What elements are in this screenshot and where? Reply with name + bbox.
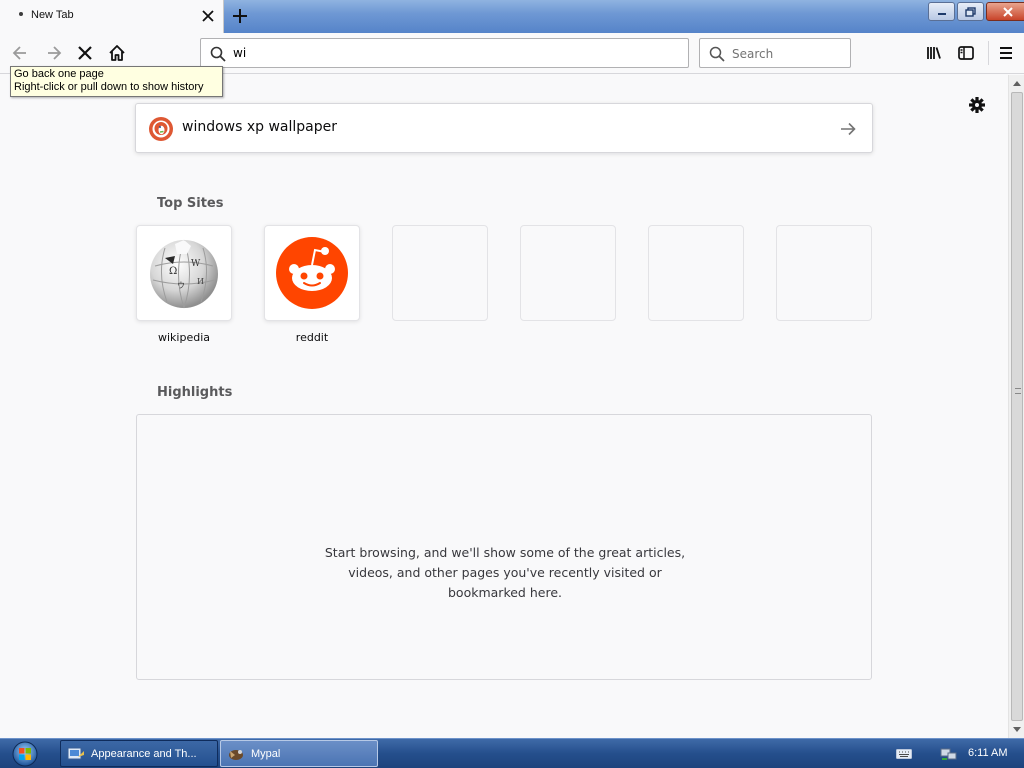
reddit-logo-icon [276,237,348,309]
home-icon [109,45,125,61]
taskbar-item-label: Appearance and Th... [91,747,197,760]
restore-button[interactable] [957,2,984,21]
taskbar-item-label: Mypal [251,747,281,760]
toolbar-separator [988,41,989,65]
hamburger-menu-icon [1000,47,1012,59]
url-input[interactable] [233,44,673,62]
highlights-empty-panel: Start browsing, and we'll show some of t… [136,414,872,680]
tooltip-line-1: Go back one page [14,68,104,80]
menu-button[interactable] [992,39,1020,67]
scroll-up-arrow-icon[interactable] [1009,75,1024,91]
sidebar-toggle-button[interactable] [952,39,980,67]
minimize-button[interactable] [928,2,955,21]
search-icon [709,46,725,62]
sidebar-icon [958,46,974,60]
taskbar: Appearance and Th... Mypal 6:11 AM [0,738,1024,768]
scrollbar-grip-icon [1015,388,1021,394]
scroll-down-arrow-icon[interactable] [1009,722,1024,738]
url-bar[interactable] [200,38,689,68]
top-site-tile-empty[interactable] [776,225,872,321]
tab-new-tab[interactable]: New Tab [0,0,224,33]
back-button-tooltip: Go back one page Right-click or pull dow… [10,66,223,97]
close-window-button[interactable] [986,2,1024,21]
top-site-tile-empty[interactable] [392,225,488,321]
search-icon [210,46,226,62]
svg-text:Ω: Ω [169,266,177,277]
forward-arrow-icon [48,46,62,60]
highlights-heading: Highlights [157,385,233,400]
highlights-empty-message: Start browsing, and we'll show some of t… [137,543,873,603]
back-arrow-icon [12,46,26,60]
duckduckgo-icon [149,117,173,141]
top-sites-heading: Top Sites [157,196,224,211]
tooltip-line-2: Right-click or pull down to show history [14,81,204,93]
stop-x-icon [78,46,92,60]
tab-title: New Tab [31,9,74,21]
vertical-scrollbar[interactable] [1008,75,1024,738]
window-controls [928,2,1024,22]
svg-text:И: И [197,277,204,286]
settings-gear-icon[interactable] [966,94,988,116]
taskbar-item-mypal[interactable]: Mypal [220,740,378,767]
stop-button[interactable] [71,39,99,67]
highlights-message-line: bookmarked here. [448,585,562,600]
network-icon[interactable] [940,746,958,762]
top-site-label: reddit [295,331,329,344]
forward-button[interactable] [40,39,68,67]
home-button[interactable] [103,39,131,67]
search-bar[interactable] [699,38,851,68]
top-site-tile-reddit[interactable] [264,225,360,321]
top-site-tile-wikipedia[interactable]: Ω W ウ И [136,225,232,321]
taskbar-clock[interactable]: 6:11 AM [968,747,1008,759]
library-button[interactable] [920,39,948,67]
back-button[interactable] [6,39,34,67]
scrollbar-thumb[interactable] [1011,92,1023,721]
library-icon [927,47,941,59]
top-site-tile-empty[interactable] [648,225,744,321]
top-site-label: wikipedia [157,331,210,344]
svg-text:W: W [191,259,201,269]
window-titlebar: New Tab [0,0,1024,33]
new-tab-button[interactable] [228,4,252,28]
close-tab-icon[interactable] [198,6,218,26]
control-panel-icon [67,747,84,759]
windows-start-orb-icon [12,741,38,767]
keyboard-icon[interactable] [896,748,912,760]
highlights-message-line: videos, and other pages you've recently … [348,565,662,580]
search-input[interactable] [732,45,842,63]
tab-loading-dot-icon [19,12,23,16]
new-tab-page: windows xp wallpaper Top Sites Ω W ウ И w… [0,75,1008,738]
go-arrow-icon[interactable] [836,117,860,141]
top-site-tile-empty[interactable] [520,225,616,321]
search-suggestion-box[interactable]: windows xp wallpaper [135,103,873,153]
search-suggestion-text: windows xp wallpaper [182,119,338,135]
highlights-message-line: Start browsing, and we'll show some of t… [324,545,686,560]
mypal-icon [229,749,243,760]
taskbar-item-appearance[interactable]: Appearance and Th... [60,740,218,767]
wikipedia-logo-icon: Ω W ウ И [150,239,218,309]
start-button[interactable] [8,741,42,767]
svg-text:ウ: ウ [177,281,185,290]
